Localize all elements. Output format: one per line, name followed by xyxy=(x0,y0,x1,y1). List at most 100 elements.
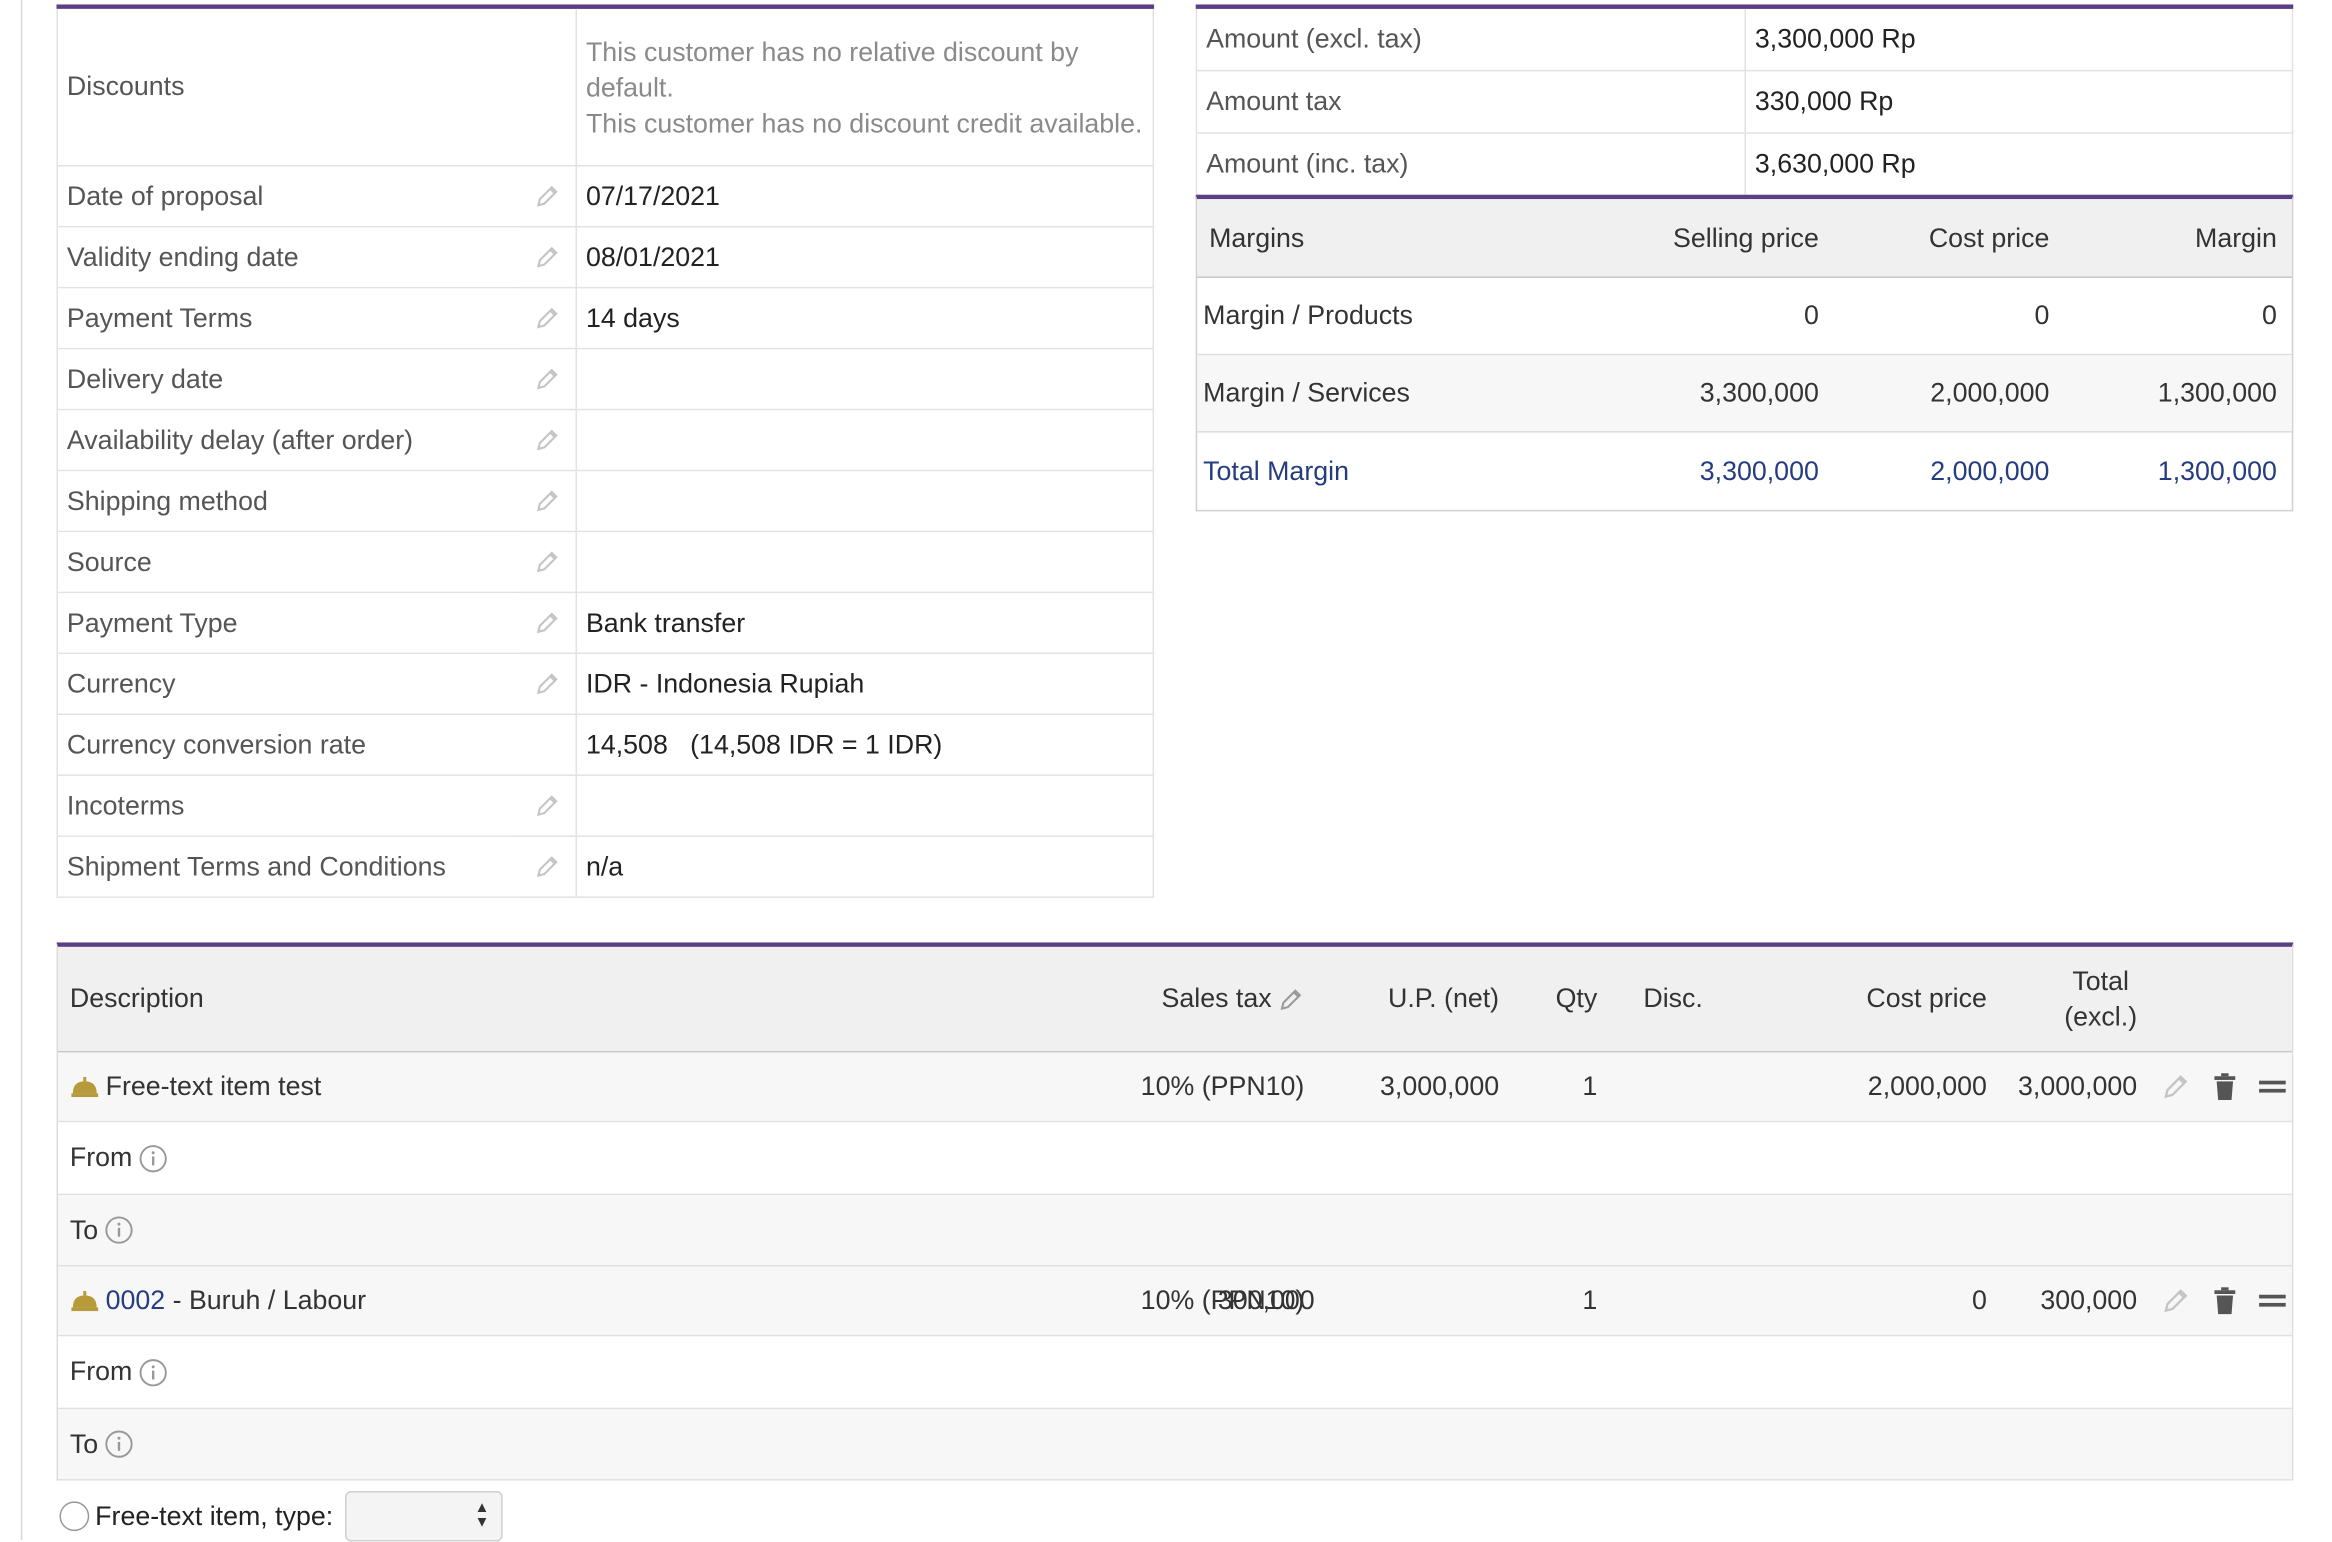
line-ref-separator: - xyxy=(165,1285,189,1315)
line-description: Free-text item test xyxy=(105,1071,322,1101)
field-label: Payment Type xyxy=(58,593,520,653)
line-to-cell: To xyxy=(70,1214,134,1245)
line-from-row: From xyxy=(58,1122,2292,1196)
proposal-card-page: Discounts This customer has no relative … xyxy=(0,0,2332,1542)
select-arrows-icon: ▲ ▼ xyxy=(474,1499,490,1532)
amount-value: 3,300,000 Rp xyxy=(1754,23,1916,54)
amount-value: 3,630,000 Rp xyxy=(1754,148,1916,179)
field-edit-cell xyxy=(519,8,578,166)
proposal-fields-table: Discounts This customer has no relative … xyxy=(56,4,1155,898)
info-icon[interactable] xyxy=(104,1215,134,1245)
free-text-type-select[interactable]: ▲ ▼ xyxy=(345,1490,503,1542)
line-from-cell: From xyxy=(70,1142,168,1173)
field-row-incoterms: Incoterms xyxy=(56,775,1155,837)
col-header-sales-tax: Sales tax xyxy=(1162,983,1305,1014)
field-label: Date of proposal xyxy=(58,166,520,226)
pencil-icon[interactable] xyxy=(534,670,561,697)
pencil-icon[interactable] xyxy=(534,488,561,515)
field-label: Validity ending date xyxy=(58,227,520,287)
delete-line-trash-icon[interactable] xyxy=(2211,1072,2238,1102)
col-header-total-line1: Total xyxy=(2072,966,2129,996)
line-qty: 1 xyxy=(1582,1071,1598,1101)
pencil-icon[interactable] xyxy=(534,305,561,332)
delete-line-trash-icon[interactable] xyxy=(2211,1286,2238,1316)
field-label: Shipment Terms and Conditions xyxy=(58,836,520,897)
margins-header-selling-price: Selling price xyxy=(1673,222,1819,252)
free-text-item-radio[interactable] xyxy=(59,1501,90,1532)
info-icon[interactable] xyxy=(138,1357,168,1387)
line-from-cell: From xyxy=(70,1356,168,1387)
pencil-icon[interactable] xyxy=(534,244,561,271)
pencil-icon[interactable] xyxy=(534,792,561,819)
free-text-item-label: Free-text item, type: xyxy=(95,1500,334,1531)
pencil-icon[interactable] xyxy=(1278,986,1305,1013)
line-from-label: From xyxy=(69,1142,133,1173)
margin-value: 1,300,000 xyxy=(2157,377,2277,408)
field-label: Incoterms xyxy=(58,775,520,836)
field-label: Discounts xyxy=(58,8,520,166)
product-ref-link[interactable]: 0002 xyxy=(106,1285,166,1316)
col-header-sales-tax-label: Sales tax xyxy=(1161,983,1272,1014)
margins-header-row: Margins Selling price Cost price Margin xyxy=(1197,199,2292,278)
line-qty: 1 xyxy=(1582,1285,1598,1315)
service-bell-icon xyxy=(70,1289,100,1313)
field-edit-cell xyxy=(519,410,578,470)
pencil-icon[interactable] xyxy=(534,183,561,210)
field-value: n/a xyxy=(585,851,624,881)
service-bell-icon xyxy=(70,1075,100,1099)
edit-line-pencil-icon[interactable] xyxy=(2161,1072,2191,1102)
field-row-availability-delay: Availability delay (after order) xyxy=(56,410,1155,472)
amount-row-tax: Amount tax 330,000 Rp xyxy=(1195,71,2294,134)
field-value xyxy=(577,471,1153,530)
amount-row-inc-tax: Amount (inc. tax) 3,630,000 Rp xyxy=(1195,133,2294,197)
pencil-icon[interactable] xyxy=(534,853,561,880)
pencil-icon[interactable] xyxy=(534,549,561,576)
field-value: 07/17/2021 xyxy=(585,180,720,211)
pencil-icon[interactable] xyxy=(534,427,561,454)
col-header-description: Description xyxy=(69,983,204,1014)
field-value xyxy=(577,349,1153,408)
line-cost-price: 2,000,000 xyxy=(1867,1071,1987,1101)
field-label: Source xyxy=(58,532,520,592)
line-from-label: From xyxy=(69,1356,133,1387)
field-label: Currency conversion rate xyxy=(58,715,520,775)
info-icon[interactable] xyxy=(104,1429,134,1459)
line-item-row: Free-text item test 10% (PPN10) 3,000,00… xyxy=(58,1052,2292,1123)
field-value xyxy=(577,410,1153,469)
field-edit-cell xyxy=(519,775,578,836)
field-edit-cell xyxy=(519,593,578,653)
line-from-row: From xyxy=(58,1336,2292,1410)
field-row-validity-ending-date: Validity ending date 08/01/2021 xyxy=(56,227,1155,289)
field-value: Bank transfer xyxy=(585,607,746,637)
lines-header-row: Description Sales tax U.P. (net) Qty Dis… xyxy=(58,946,2292,1053)
line-sales-tax: 10% (PPN10) xyxy=(1140,1071,1305,1101)
pencil-icon[interactable] xyxy=(534,366,561,393)
margins-table: Margins Selling price Cost price Margin … xyxy=(1195,194,2294,512)
drag-handle-icon[interactable] xyxy=(2259,1078,2286,1096)
info-icon[interactable] xyxy=(138,1143,168,1173)
col-header-total-excl: Total (excl.) xyxy=(2064,963,2137,1034)
line-item-row: 0002 - Buruh / Labour 10% (PPN10) 300,00… xyxy=(58,1266,2292,1337)
page-left-border xyxy=(20,0,23,1541)
drag-handle-icon[interactable] xyxy=(2259,1292,2286,1310)
field-row-payment-type: Payment Type Bank transfer xyxy=(56,593,1155,655)
field-row-date-of-proposal: Date of proposal 07/17/2021 xyxy=(56,166,1155,228)
pencil-icon[interactable] xyxy=(534,609,561,636)
field-row-currency-conversion-rate: Currency conversion rate 14,508 (14,508 … xyxy=(56,715,1155,776)
line-description: Buruh / Labour xyxy=(188,1285,367,1315)
discount-relative-text: This customer has no relative discount b… xyxy=(585,36,1079,102)
margin-selling-price: 3,300,000 xyxy=(1699,377,1819,408)
field-value xyxy=(577,776,1153,835)
field-edit-cell xyxy=(519,349,578,409)
field-value xyxy=(577,532,1153,591)
field-label: Currency xyxy=(58,654,520,714)
proposal-lines-table: Description Sales tax U.P. (net) Qty Dis… xyxy=(56,942,2294,1481)
amount-label: Amount (excl. tax) xyxy=(1197,8,1746,70)
field-row-currency: Currency IDR - Indonesia Rupiah xyxy=(56,654,1155,716)
margin-selling-price: 0 xyxy=(1803,300,1819,331)
field-row-shipping-method: Shipping method xyxy=(56,471,1155,533)
field-value: IDR - Indonesia Rupiah xyxy=(585,668,865,698)
edit-line-pencil-icon[interactable] xyxy=(2161,1286,2191,1316)
line-total-excl: 3,000,000 xyxy=(2018,1071,2138,1101)
margin-value: 1,300,000 xyxy=(2157,455,2277,486)
